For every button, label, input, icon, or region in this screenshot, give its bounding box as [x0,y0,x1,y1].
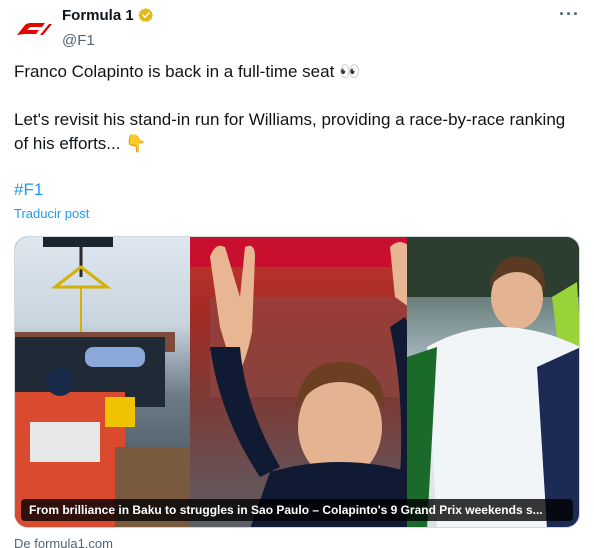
verified-badge-icon [138,8,153,22]
team-illustration [407,237,579,527]
tweet-text: Franco Colapinto is back in a full-time … [14,60,574,156]
media-caption: From brilliance in Baku to struggles in … [21,499,573,521]
tweet-paragraph-2: Let's revisit his stand-in run for Willi… [14,110,566,153]
author-display-name[interactable]: Formula 1 [62,7,134,24]
tweet-card: Formula 1 @F1 ··· Franco Colapinto is ba… [0,0,594,548]
media-card-image[interactable]: From brilliance in Baku to struggles in … [14,236,580,528]
more-options-icon[interactable]: ··· [559,4,580,25]
tweet-paragraph-1: Franco Colapinto is back in a full-time … [14,62,361,81]
media-photo-team-hug [407,237,579,527]
hashtag-link[interactable]: #F1 [14,180,43,200]
crane-illustration [15,237,210,527]
media-photo-crash-recovery [15,237,210,527]
author-handle[interactable]: @F1 [62,32,154,49]
author-block: Formula 1 @F1 [62,6,154,49]
link-source[interactable]: De formula1.com [14,536,113,548]
f1-logo-avatar[interactable] [13,8,55,50]
f1-logo-icon [17,23,52,35]
translate-post-link[interactable]: Traducir post [14,206,89,221]
